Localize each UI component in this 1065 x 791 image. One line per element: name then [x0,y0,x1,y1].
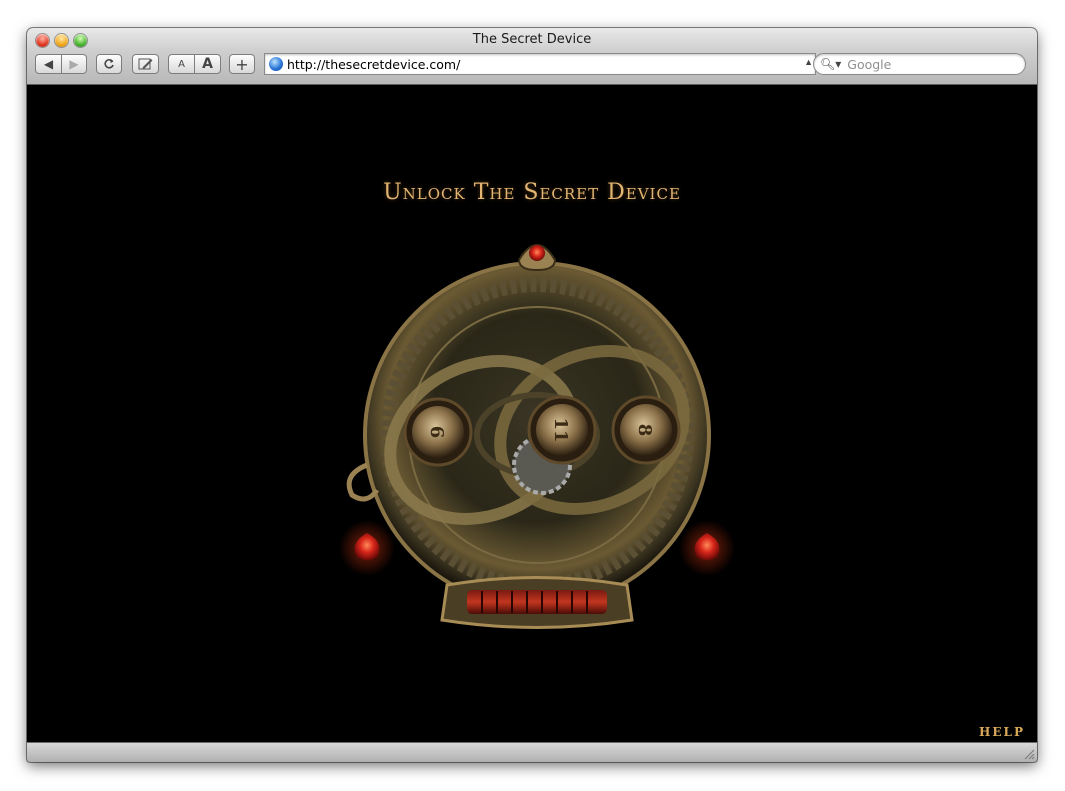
search-field[interactable]: 🔍︎▾ [813,53,1026,75]
url-text[interactable]: http://thesecretdevice.com/ [287,57,460,72]
reload-button[interactable] [96,54,122,74]
status-bar [27,742,1037,762]
dial-3[interactable]: 8 [611,395,681,465]
address-bar[interactable]: http://thesecretdevice.com/ ▲ [264,53,816,75]
help-link[interactable]: HELP [979,725,1025,739]
dial-3-value: 8 [634,424,655,437]
window-titlebar: The Secret Device ◀ ▶ A A + http://these… [27,28,1037,85]
top-gem [529,245,545,261]
search-icon[interactable]: 🔍︎▾ [820,57,841,71]
globe-icon [269,57,283,71]
dial-2[interactable]: 11 [527,395,597,465]
search-input[interactable] [845,55,1010,73]
browser-window: The Secret Device ◀ ▶ A A + http://these… [27,28,1037,762]
window-title: The Secret Device [472,32,592,47]
resize-grip-icon[interactable] [1023,748,1035,760]
dial-2-value: 11 [550,417,571,442]
text-smaller-button[interactable]: A [168,54,195,74]
dial-1-value: 6 [426,426,447,439]
url-dropdown-icon[interactable]: ▲ [804,57,813,67]
back-button[interactable]: ◀ [35,54,62,74]
secret-device: 6 11 8 [339,244,735,629]
page-content: Unlock The Secret Device 6 11 8 HELP [27,85,1037,743]
back-arrow-icon: ◀ [43,57,54,71]
forward-arrow-icon: ▶ [69,57,79,71]
text-larger-button[interactable]: A [194,54,221,74]
edit-button[interactable] [132,54,159,74]
forward-button[interactable]: ▶ [61,54,87,74]
page-title: Unlock The Secret Device [383,180,681,205]
edit-icon [138,58,152,70]
dial-1[interactable]: 6 [403,397,473,467]
reload-icon [104,59,114,69]
add-bookmark-button[interactable]: + [229,54,255,74]
